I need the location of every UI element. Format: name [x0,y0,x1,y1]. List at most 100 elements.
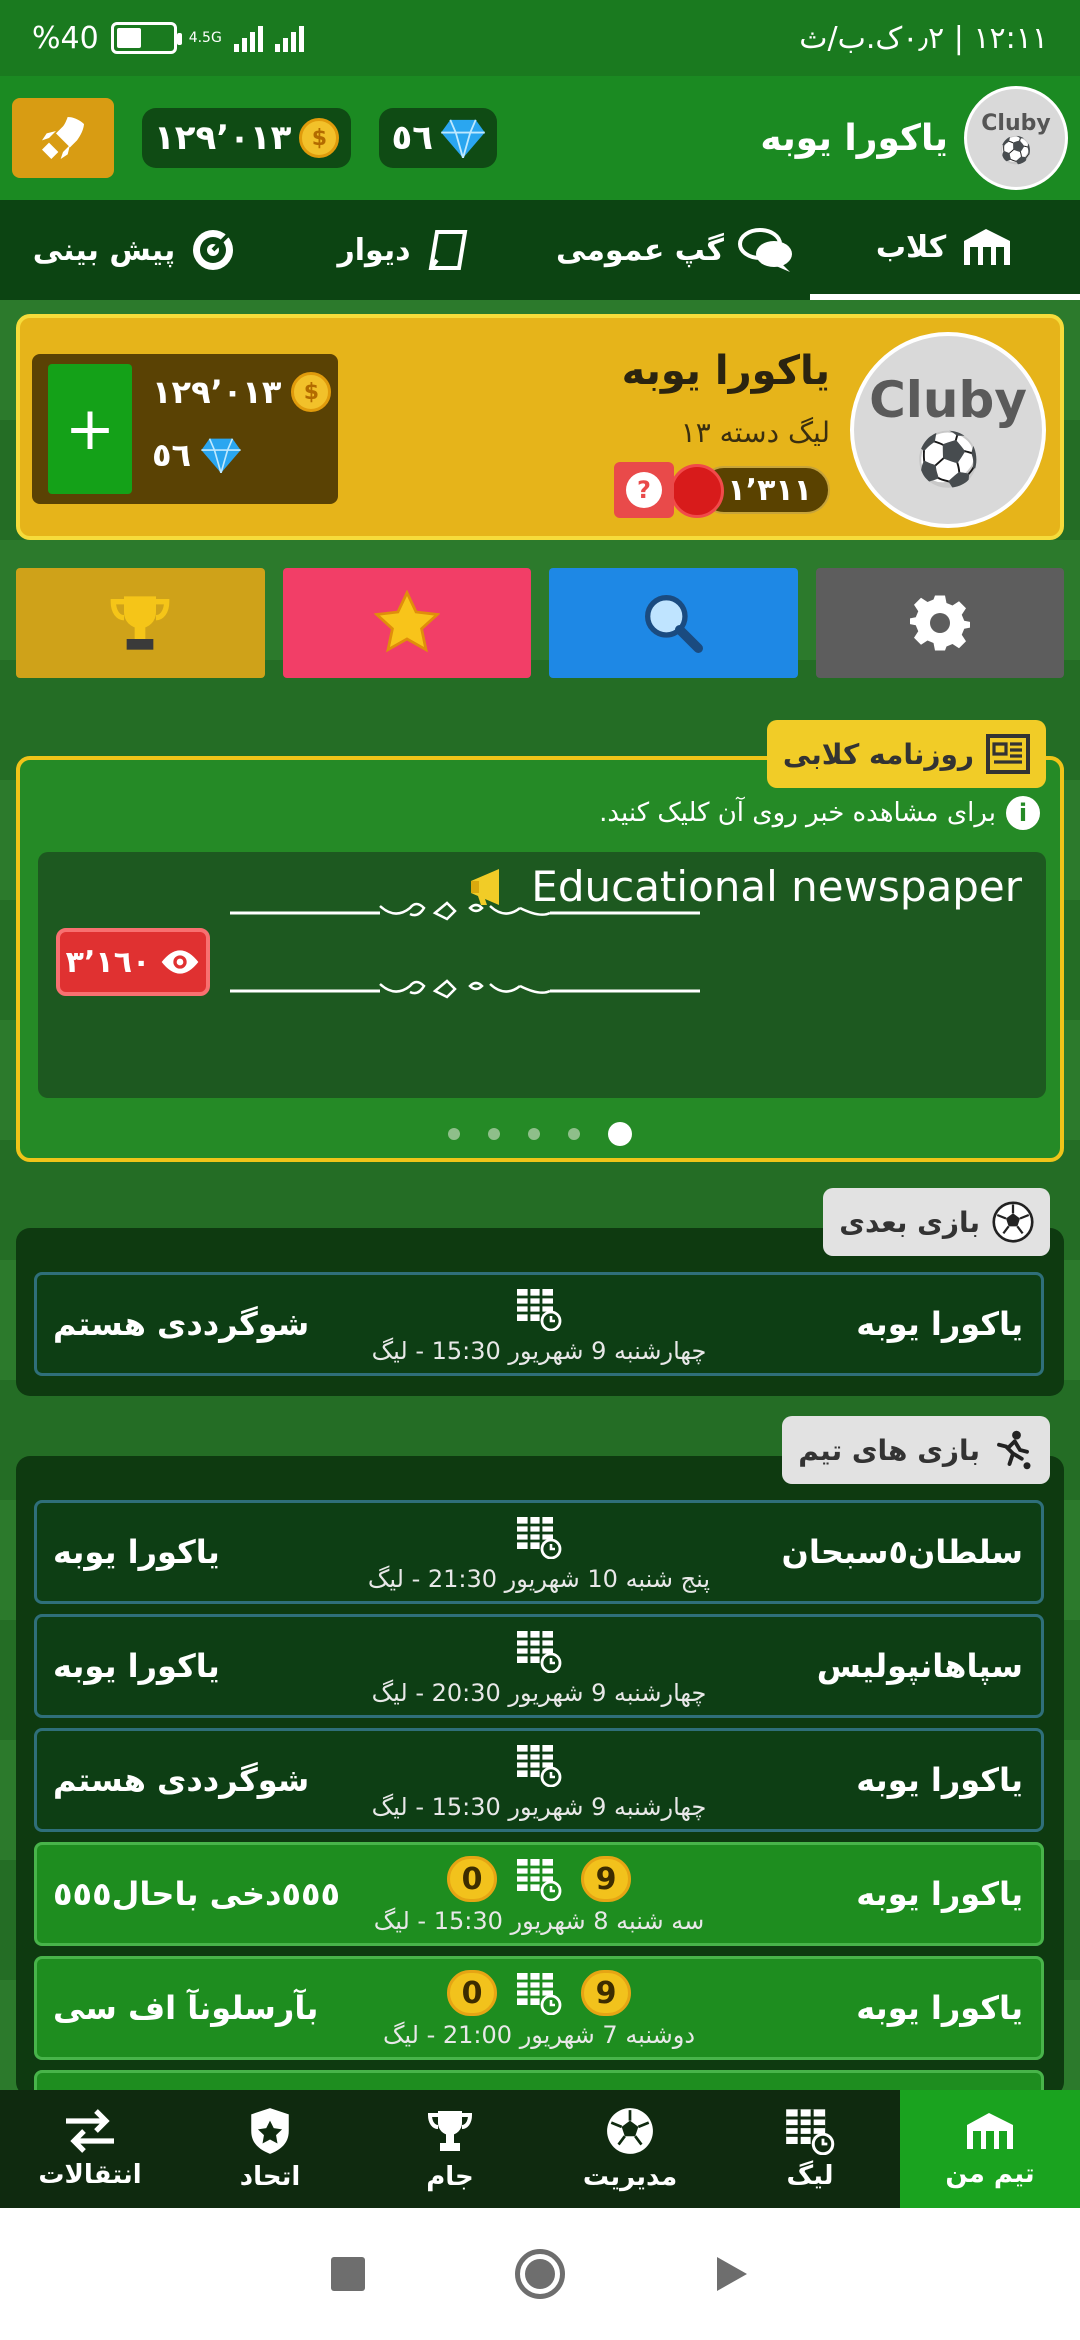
trophy-icon [110,596,170,650]
diamond-icon [201,438,241,473]
nav-alliance[interactable]: اتحاد [180,2090,360,2208]
league-table-icon [517,1631,562,1673]
nav-league[interactable]: لیگ [720,2090,900,2208]
network-type: 4.5G [188,30,222,46]
trophy-icon [427,2111,473,2151]
club-logo[interactable]: Cluby ⚽ [850,332,1046,528]
nav-alliance-label: اتحاد [239,2162,301,2192]
newspaper-icon [986,734,1030,774]
views-counter: ٣٬١٦٠ [56,928,210,996]
search-button[interactable] [549,568,798,678]
newspaper-slide[interactable]: Educational newspaper ٣٬١٦٠ [38,852,1046,1098]
newspaper-hint-text: برای مشاهده خبر روی آن کلیک کنید. [599,798,996,828]
rank-badge-icon [670,464,724,518]
next-match-card[interactable]: یاکورا یوبه شوگرددی هستم چهارشنبه 9 شهری… [34,1272,1044,1376]
newspaper-hint: i برای مشاهده خبر روی آن کلیک کنید. [599,796,1040,830]
diamond-icon [441,119,485,158]
match-card[interactable]: یاکورا یوبه شوگرددی هستم چهارشنبه 9 شهری… [34,1728,1044,1832]
soccer-ball-icon: ⚽ [999,135,1033,166]
top-bar: ١٢٩٬٠١٣ $ ٥٦ یاکورا یوبه Cluby ⚽ [0,76,1080,200]
tab-wall[interactable]: دیوار [270,200,540,300]
favorites-button[interactable] [282,568,531,678]
main-tabs: کلاب گپ عمومی دیوار پیش بینی [0,200,1080,300]
team-matches-tag: بازی های تیم [782,1416,1050,1484]
nav-transfers[interactable]: انتقالات [0,2090,180,2208]
add-funds-button[interactable]: + [48,364,132,494]
league-table-icon [517,1859,562,1901]
rocket-icon [42,117,84,159]
newspaper-tag-label: روزنامه کلابی [782,737,974,771]
away-score: 0 [447,1970,497,2016]
match-card[interactable]: سپاهانپولیس یاکورا یوبه چهارشنبه 9 شهریو… [34,1614,1044,1718]
league-table-icon [517,1289,562,1331]
nav-management[interactable]: مدیریت [540,2090,720,2208]
bottom-navigation: تیم من لیگ مدیریت جام اتحاد انتقالات [0,2090,1080,2208]
match-datetime: چهارشنبه 9 شهریور 20:30 - لیگ [371,1679,707,1707]
tab-prediction[interactable]: پیش بینی [0,200,270,300]
signal-icon [233,24,263,52]
player-icon [997,1430,1031,1470]
club-logo-text: Cluby [981,110,1051,136]
home-button[interactable] [515,2249,565,2299]
recents-button[interactable] [331,2257,365,2291]
shield-icon [251,2108,289,2154]
info-icon: i [1006,796,1040,830]
tab-public-chat-label: گپ عمومی [556,232,724,268]
wallet-gems: ٥٦ [152,436,241,474]
next-match-section: بازی بعدی یاکورا یوبه شوگرددی هستم چهارش… [16,1188,1064,1396]
nav-management-label: مدیریت [582,2162,678,2192]
carousel-dot[interactable] [568,1128,580,1140]
tab-prediction-label: پیش بینی [32,232,176,268]
system-navigation [0,2208,1080,2340]
gear-icon [909,595,970,651]
newspaper-tag: روزنامه کلابی [766,720,1046,788]
match-datetime: سه شنبه 8 شهریور 15:30 - لیگ [373,1907,705,1935]
club-card: Cluby ⚽ یاکورا یوبه لیگ دسته ۱۳ ۱٬۳۱۱ ? … [16,314,1064,540]
nav-my-team[interactable]: تیم من [900,2090,1080,2208]
eye-icon [161,950,199,974]
match-datetime: چهارشنبه 9 شهریور 15:30 - لیگ [371,1337,707,1365]
clock: ١٢:١١ | ٠٫٢ک.ب/ث [799,20,1048,56]
carousel-dot[interactable] [448,1128,460,1140]
team-matches-tag-label: بازی های تیم [798,1433,980,1467]
stadium-icon [964,229,1011,265]
carousel-dot[interactable] [528,1128,540,1140]
trophy-button[interactable] [16,568,265,678]
club-league: لیگ دسته ۱۳ [680,416,830,449]
carousel-dot[interactable] [488,1128,500,1140]
back-button[interactable] [715,2255,749,2293]
help-button[interactable]: ? [614,462,674,518]
match-card-played[interactable]: یاکورا یوبه ٥٥٥دخی باحال٥٥٥ 0 9 سه شنبه … [34,1842,1044,1946]
coin-icon: $ [299,118,340,158]
match-card[interactable]: سلطان٥سبحان یاکورا یوبه پنج شنبه 10 شهری… [34,1500,1044,1604]
tab-public-chat[interactable]: گپ عمومی [540,200,810,300]
match-datetime: دوشنبه 7 شهریور 21:00 - لیگ [382,2021,696,2049]
soccer-ball-icon [992,1201,1034,1243]
league-table-icon [517,1745,562,1787]
ornament-divider-2 [230,979,700,999]
settings-button[interactable] [815,568,1064,678]
club-avatar[interactable]: Cluby ⚽ [964,86,1068,190]
coin-amount: ١٢٩٬٠١٣ [154,118,292,158]
match-datetime: پنج شنبه 10 شهریور 21:30 - لیگ [367,1565,711,1593]
next-match-tag-label: بازی بعدی [839,1205,980,1239]
ornament-divider [230,901,700,921]
match-datetime: چهارشنبه 9 شهریور 15:30 - لیگ [371,1793,707,1821]
coin-balance[interactable]: ١٢٩٬٠١٣ $ [142,108,352,168]
tab-club-label: کلاب [875,229,947,265]
nav-transfers-label: انتقالات [38,2160,142,2190]
match-card-played[interactable]: یاکورا یوبه بآرسلونآ اف سی 0 9 دوشنبه 7 … [34,1956,1044,2060]
carousel-dot-active[interactable] [608,1122,632,1146]
boost-button[interactable] [12,98,114,178]
battery-icon [110,22,182,54]
carousel-dots [20,1122,1060,1146]
tab-club[interactable]: کلاب [810,200,1080,300]
question-icon: ? [626,472,662,508]
gem-balance[interactable]: ٥٦ [379,108,497,168]
status-bar: %40 4.5G ١٢:١١ | ٠٫٢ک.ب/ث [0,0,1080,76]
coin-icon: $ [291,372,332,412]
nav-cup[interactable]: جام [360,2090,540,2208]
target-icon [193,230,234,270]
gem-amount: ٥٦ [391,118,433,158]
nav-my-team-label: تیم من [945,2159,1035,2189]
